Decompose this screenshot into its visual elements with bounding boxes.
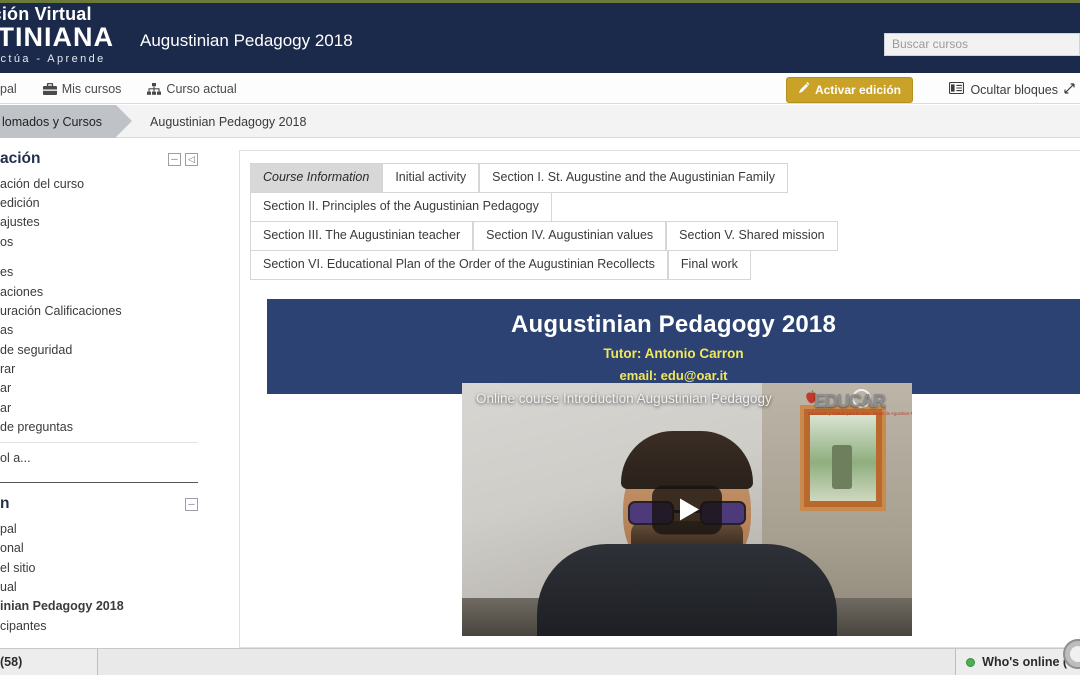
- sidebar-item[interactable]: el sitio: [0, 558, 212, 577]
- expand-arrow-icon: [1064, 83, 1075, 97]
- sidebar-item[interactable]: cipantes: [0, 616, 212, 635]
- online-status-icon: [966, 658, 975, 667]
- page-title: Augustinian Pedagogy 2018: [140, 31, 353, 51]
- breadcrumb-item-current[interactable]: Augustinian Pedagogy 2018: [116, 105, 306, 138]
- banner-email: email: edu@oar.it: [619, 368, 727, 383]
- sidebar-item[interactable]: uración Calificaciones: [0, 301, 212, 320]
- whos-online-label: Who's online (5: [982, 655, 1074, 669]
- tab-row-2: Section III. The Augustinian teacher Sec…: [250, 221, 1070, 250]
- nav-item-label: Curso actual: [166, 82, 236, 96]
- dock-icon[interactable]: ◁: [185, 153, 198, 166]
- block-item-list: pal onal el sitio ual inian Pedagogy 201…: [0, 519, 212, 635]
- activar-edicion-label: Activar edición: [815, 83, 901, 97]
- block-controls: ─: [185, 498, 198, 511]
- sidebar-item[interactable]: as: [0, 321, 212, 340]
- briefcase-icon: [43, 83, 57, 95]
- sidebar: ación ─ ◁ ación del curso edición ajuste…: [0, 138, 212, 648]
- course-tabs: Course Information Initial activity Sect…: [240, 151, 1080, 279]
- banner-tutor: Tutor: Antonio Carron: [603, 346, 743, 361]
- play-icon[interactable]: [652, 485, 722, 534]
- sidebar-spacer: [0, 252, 212, 263]
- sidebar-item-current-course[interactable]: inian Pedagogy 2018: [0, 597, 212, 616]
- breadcrumb-items: lomados y Cursos Augustinian Pedagogy 20…: [0, 105, 306, 138]
- search-input[interactable]: Buscar cursos: [884, 33, 1080, 56]
- tab-section-2[interactable]: Section II. Principles of the Augustinia…: [250, 192, 552, 222]
- nav-item-curso-actual[interactable]: Curso actual: [134, 73, 249, 104]
- site-header: ucación Virtual USTINIANA Interactúa - A…: [0, 3, 1080, 73]
- nav-item-area-personal[interactable]: pal: [0, 73, 30, 104]
- block-navegacion: n ─ pal onal el sitio ual inian Pedagogy…: [0, 483, 212, 641]
- logo-line-1: ucación Virtual: [0, 5, 188, 23]
- browser-page: ucación Virtual USTINIANA Interactúa - A…: [0, 0, 1080, 675]
- tab-initial-activity[interactable]: Initial activity: [382, 163, 479, 193]
- activar-edicion-button[interactable]: Activar edición: [786, 77, 913, 103]
- tab-section-3[interactable]: Section III. The Augustinian teacher: [250, 221, 473, 251]
- columns-icon: [949, 82, 964, 97]
- block-title: ación: [0, 150, 40, 168]
- educar-wordmark: EDUCAR: [814, 391, 885, 412]
- sidebar-item[interactable]: aciones: [0, 282, 212, 301]
- tab-section-4[interactable]: Section IV. Augustinian values: [473, 221, 666, 251]
- video-title: Online course Introduction Augustinian P…: [476, 391, 802, 406]
- tab-course-information[interactable]: Course Information: [250, 163, 382, 193]
- block-title: n: [0, 495, 9, 513]
- logo-tagline: Interactúa - Aprende: [0, 54, 188, 65]
- sidebar-item[interactable]: de preguntas: [0, 418, 212, 437]
- tab-row-1: Course Information Initial activity Sect…: [250, 163, 1070, 221]
- sitemap-icon: [147, 83, 161, 95]
- sidebar-item[interactable]: pal: [0, 519, 212, 538]
- block-item-list: ación del curso edición ajustes os es ac…: [0, 174, 212, 437]
- breadcrumb-item-diplomados[interactable]: lomados y Cursos: [0, 105, 116, 138]
- main-navbar: pal Mis cursos Curso actual Activar edic…: [0, 73, 1080, 104]
- sidebar-item[interactable]: es: [0, 263, 212, 282]
- nav-item-label: pal: [0, 82, 17, 96]
- nav-item-label: Mis cursos: [62, 82, 122, 96]
- ocultar-bloques-button[interactable]: Ocultar bloques: [949, 82, 1075, 97]
- ocultar-bloques-label: Ocultar bloques: [970, 83, 1058, 97]
- tab-section-1[interactable]: Section I. St. Augustine and the Augusti…: [479, 163, 788, 193]
- sidebar-item[interactable]: ar: [0, 379, 212, 398]
- sidebar-item[interactable]: onal: [0, 539, 212, 558]
- navbar-items: pal Mis cursos Curso actual: [0, 73, 250, 104]
- sidebar-item[interactable]: os: [0, 232, 212, 251]
- minimize-icon[interactable]: ─: [168, 153, 181, 166]
- educar-logo: EDUCAR Educación y Cultura para la Vida …: [804, 389, 904, 427]
- minimize-icon[interactable]: ─: [185, 498, 198, 511]
- footer-bar: (58) Who's online (5: [0, 648, 1080, 675]
- whos-online-button[interactable]: Who's online (5: [955, 649, 1080, 675]
- block-controls: ─ ◁: [168, 153, 198, 166]
- block-item-list-secondary: ol a...: [0, 448, 212, 467]
- footer-participants-count[interactable]: (58): [0, 649, 98, 675]
- sidebar-item[interactable]: rar: [0, 359, 212, 378]
- sidebar-item[interactable]: ación del curso: [0, 174, 212, 193]
- sidebar-divider: [0, 442, 198, 443]
- tab-row-3: Section VI. Educational Plan of the Orde…: [250, 250, 1070, 279]
- sidebar-item[interactable]: ar: [0, 398, 212, 417]
- banner-title: Augustinian Pedagogy 2018: [511, 311, 836, 339]
- tab-section-6[interactable]: Section VI. Educational Plan of the Orde…: [250, 250, 668, 280]
- sidebar-item[interactable]: edición: [0, 193, 212, 212]
- tab-section-5[interactable]: Section V. Shared mission: [666, 221, 837, 251]
- breadcrumb: lomados y Cursos Augustinian Pedagogy 20…: [0, 105, 1080, 138]
- block-header: n ─: [0, 483, 212, 519]
- tab-final-work[interactable]: Final work: [668, 250, 751, 280]
- video-player[interactable]: Online course Introduction Augustinian P…: [462, 383, 912, 636]
- nav-item-mis-cursos[interactable]: Mis cursos: [30, 73, 135, 104]
- pencil-icon: [798, 82, 810, 97]
- sidebar-item[interactable]: de seguridad: [0, 340, 212, 359]
- educar-tagline: Educación y Cultura para la Vida · Orden…: [808, 411, 912, 417]
- block-administracion: ación ─ ◁ ación del curso edición ajuste…: [0, 138, 212, 473]
- block-header: ación ─ ◁: [0, 138, 212, 174]
- sidebar-item[interactable]: ual: [0, 577, 212, 596]
- course-banner: Augustinian Pedagogy 2018 Tutor: Antonio…: [267, 299, 1080, 394]
- sidebar-item[interactable]: ajustes: [0, 213, 212, 232]
- sidebar-item[interactable]: ol a...: [0, 448, 212, 467]
